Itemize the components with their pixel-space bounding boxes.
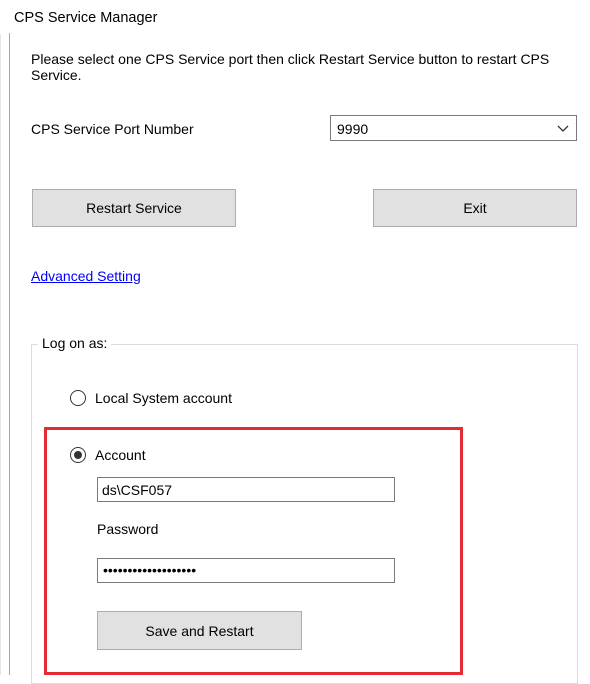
window-title: CPS Service Manager (14, 10, 158, 26)
local-system-account-label: Local System account (95, 390, 232, 406)
title-bar: CPS Service Manager (0, 0, 590, 34)
port-number-label: CPS Service Port Number (31, 121, 194, 137)
local-system-account-radio[interactable]: Local System account (70, 390, 232, 406)
log-on-as-legend: Log on as: (38, 335, 112, 351)
restart-service-button[interactable]: Restart Service (32, 189, 236, 227)
annotation-highlight-box (44, 427, 463, 675)
radio-unselected-icon (70, 390, 86, 406)
instruction-text: Please select one CPS Service port then … (31, 51, 550, 83)
exit-button[interactable]: Exit (373, 189, 577, 227)
port-number-dropdown[interactable]: 9990 (330, 115, 577, 141)
chevron-down-icon (556, 121, 570, 135)
window-edge (0, 0, 1, 675)
port-number-value: 9990 (337, 121, 369, 137)
advanced-setting-link[interactable]: Advanced Setting (31, 268, 141, 284)
